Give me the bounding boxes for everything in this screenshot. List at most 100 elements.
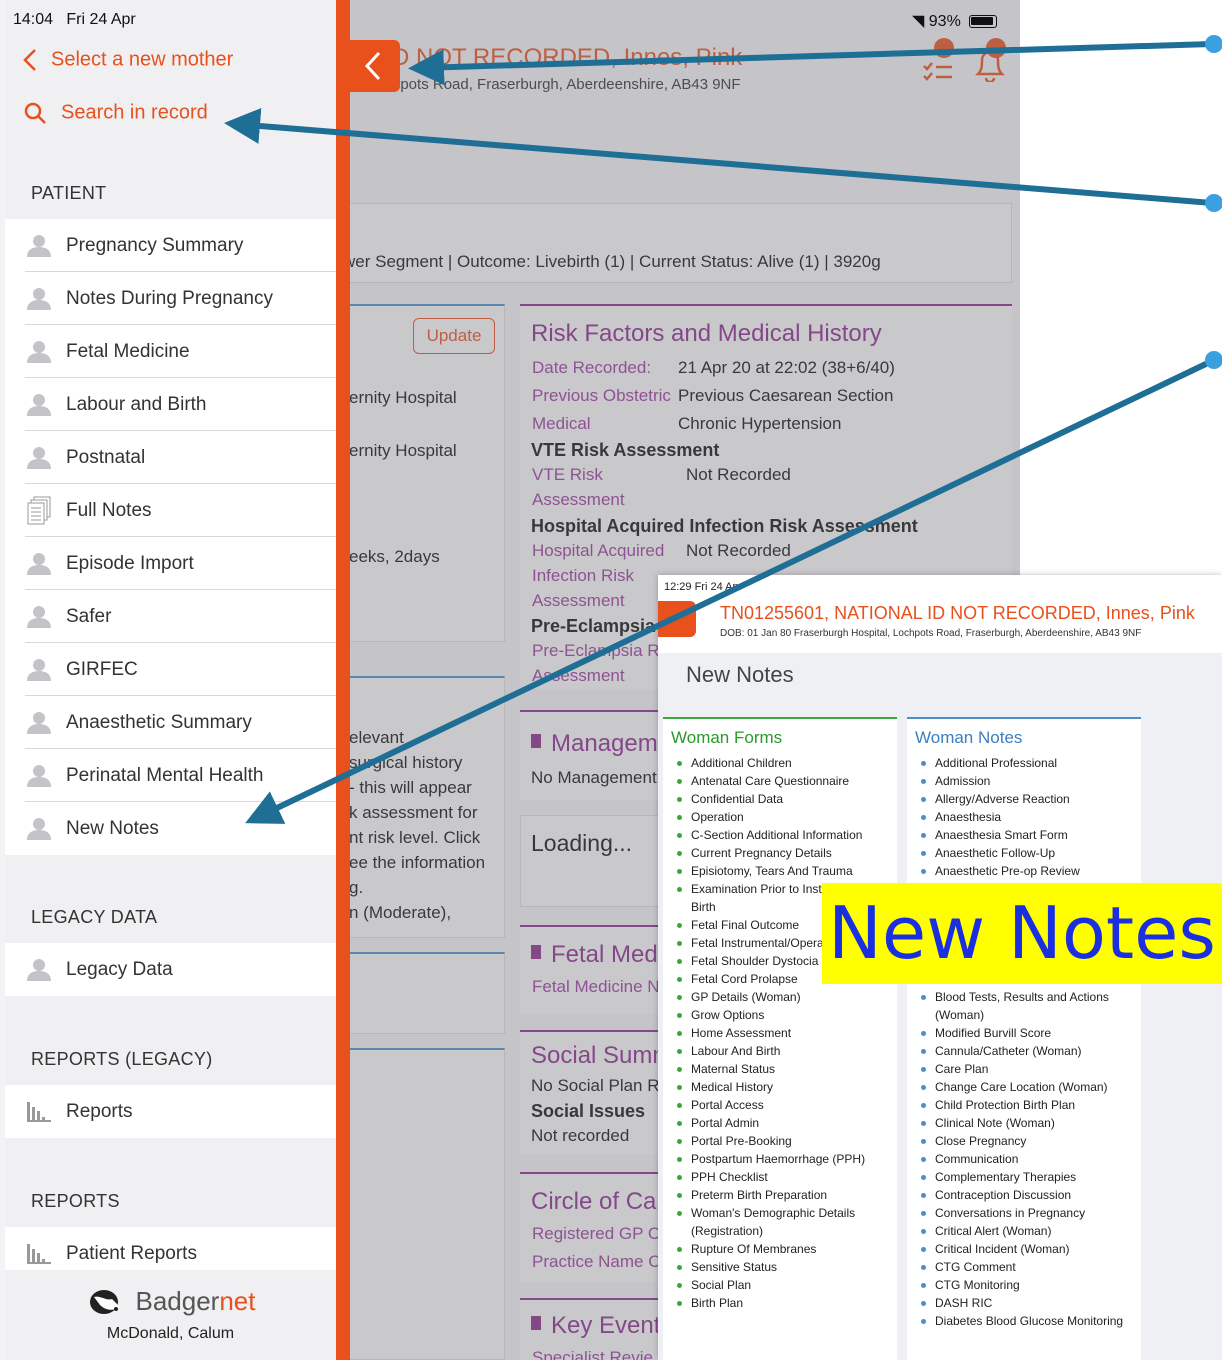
woman-notes-list: Additional Professional Admission Allergy/… xyxy=(907,754,1141,1330)
list-item[interactable]: Contraception Discussion xyxy=(919,1186,1135,1204)
list-item[interactable]: Rupture Of Membranes xyxy=(675,1240,891,1258)
list-item[interactable]: Home Assessment xyxy=(675,1024,891,1042)
list-item[interactable]: Change Care Location (Woman) xyxy=(919,1078,1135,1096)
management-text: No Management xyxy=(531,768,657,787)
list-item[interactable]: Critical Incident (Woman) xyxy=(919,1240,1135,1258)
fetal-text: Fetal Medicine N xyxy=(532,977,660,996)
list-item[interactable]: Maternal Status xyxy=(675,1060,891,1078)
sidebar-item-pregnancy-summary[interactable]: Pregnancy Summary xyxy=(5,219,336,272)
bar-chart-icon xyxy=(5,1101,66,1123)
sidebar-item-label: Full Notes xyxy=(66,499,152,521)
social-text: No Social Plan R xyxy=(531,1076,660,1095)
list-item[interactable]: Anaesthesia Smart Form xyxy=(919,826,1135,844)
list-item[interactable]: Anaesthetic Pre-op Review xyxy=(919,862,1135,880)
inset-sidebar-tab[interactable] xyxy=(658,601,696,637)
list-item[interactable]: Portal Access xyxy=(675,1096,891,1114)
list-item[interactable]: Modified Burvill Score xyxy=(919,1024,1135,1042)
list-item[interactable]: PPH Checklist xyxy=(675,1168,891,1186)
list-item[interactable]: Cannula/Catheter (Woman) xyxy=(919,1042,1135,1060)
list-item[interactable]: Care Plan xyxy=(919,1060,1135,1078)
sidebar-item-label: New Notes xyxy=(66,817,159,839)
collapse-sidebar-button[interactable] xyxy=(346,40,400,92)
arrow-dot xyxy=(1205,194,1222,212)
list-item[interactable]: Current Pregnancy Details xyxy=(675,844,891,862)
sidebar-item-notes-during-pregnancy[interactable]: Notes During Pregnancy xyxy=(5,272,336,325)
list-item[interactable]: Portal Admin xyxy=(675,1114,891,1132)
list-item[interactable]: CTG Monitoring xyxy=(919,1276,1135,1294)
list-item[interactable]: Grow Options xyxy=(675,1006,891,1024)
social-issues-title: Social Issues xyxy=(531,1101,646,1121)
bell-icon[interactable] xyxy=(970,38,1010,87)
left-line: surgical history xyxy=(349,753,463,772)
select-mother-link[interactable]: Select a new mother xyxy=(23,48,233,72)
sidebar-item-label: Perinatal Mental Health xyxy=(66,764,264,786)
list-item[interactable]: Communication xyxy=(919,1150,1135,1168)
person-icon xyxy=(5,287,66,311)
user-name: McDonald, Calum xyxy=(106,1325,235,1342)
sidebar-item-fetal-medicine[interactable]: Fetal Medicine xyxy=(5,325,336,378)
list-item[interactable]: Woman's Demographic Details (Registratio… xyxy=(675,1204,891,1240)
list-item[interactable]: Birth Plan xyxy=(675,1294,891,1312)
sidebar-item-episode-import[interactable]: Episode Import xyxy=(5,537,336,590)
list-item[interactable]: Confidential Data xyxy=(675,790,891,808)
woman-notes-panel: Woman Notes Additional Professional Admis… xyxy=(907,717,1141,1360)
list-item[interactable]: Episiotomy, Tears And Trauma xyxy=(675,862,891,880)
list-item[interactable]: Sensitive Status xyxy=(675,1258,891,1276)
list-item[interactable]: Additional Professional xyxy=(919,754,1135,772)
list-item[interactable]: Complementary Therapies xyxy=(919,1168,1135,1186)
list-item[interactable]: Additional Children xyxy=(675,754,891,772)
list-item[interactable]: Close Pregnancy xyxy=(919,1132,1135,1150)
list-item[interactable]: Social Plan xyxy=(675,1276,891,1294)
risk-title: Risk Factors and Medical History xyxy=(531,320,882,347)
practice-name: Practice Name C xyxy=(532,1252,661,1271)
list-item[interactable]: GP Details (Woman) xyxy=(675,988,891,1006)
hai-value: Not Recorded xyxy=(686,541,791,560)
left-line: ee the information xyxy=(349,853,486,872)
list-item[interactable]: Allergy/Adverse Reaction xyxy=(919,790,1135,808)
sidebar-item-legacy-data[interactable]: Legacy Data xyxy=(5,943,336,996)
sidebar-item-girfec[interactable]: GIRFEC xyxy=(5,643,336,696)
list-item[interactable]: DASH RIC xyxy=(919,1294,1135,1312)
list-item[interactable]: Labour And Birth xyxy=(675,1042,891,1060)
documents-icon xyxy=(5,496,66,526)
list-item[interactable]: Antenatal Care Questionnaire xyxy=(675,772,891,790)
list-item[interactable]: Anaesthesia xyxy=(919,808,1135,826)
list-item[interactable]: Critical Alert (Woman) xyxy=(919,1222,1135,1240)
list-item[interactable]: Child Protection Birth Plan xyxy=(919,1096,1135,1114)
list-item[interactable]: Medical History xyxy=(675,1078,891,1096)
list-item[interactable]: Conversations in Pregnancy xyxy=(919,1204,1135,1222)
list-item[interactable]: Admission xyxy=(919,772,1135,790)
list-item[interactable]: Blood Tests, Results and Actions (Woman) xyxy=(919,988,1135,1024)
list-item[interactable]: CTG Comment xyxy=(919,1258,1135,1276)
update-button[interactable]: Update xyxy=(413,318,495,354)
sidebar-item-label: Fetal Medicine xyxy=(66,340,190,362)
search-icon xyxy=(24,102,46,124)
sidebar-item-safer[interactable]: Safer xyxy=(5,590,336,643)
sidebar-item-label: Patient Reports xyxy=(66,1242,197,1264)
sidebar-item-anaesthetic-summary[interactable]: Anaesthetic Summary xyxy=(5,696,336,749)
sidebar-item-new-notes[interactable]: New Notes xyxy=(5,802,336,855)
search-in-record-link[interactable]: Search in record xyxy=(23,101,208,125)
list-item[interactable]: Anaesthetic Follow-Up xyxy=(919,844,1135,862)
medical-value: Chronic Hypertension xyxy=(678,414,842,433)
list-item[interactable]: Clinical Note (Woman) xyxy=(919,1114,1135,1132)
battery-icon xyxy=(969,15,998,29)
social-issues-value: Not recorded xyxy=(531,1126,630,1145)
sidebar-item-reports[interactable]: Reports xyxy=(5,1085,336,1138)
sidebar-item-labour-and-birth[interactable]: Labour and Birth xyxy=(5,378,336,431)
list-item[interactable]: C-Section Additional Information xyxy=(675,826,891,844)
sidebar-item-perinatal-mental-health[interactable]: Perinatal Mental Health xyxy=(5,749,336,802)
person-icon xyxy=(5,234,66,258)
list-item[interactable]: Preterm Birth Preparation xyxy=(675,1186,891,1204)
inset-status-time: 12:29 Fri 24 Apr xyxy=(664,581,743,593)
list-item[interactable]: Diabetes Blood Glucose Monitoring xyxy=(919,1312,1135,1330)
status-time: 14:04 Fri 24 Apr xyxy=(13,11,136,28)
sidebar-item-postnatal[interactable]: Postnatal xyxy=(5,431,336,484)
list-item[interactable]: Operation xyxy=(675,808,891,826)
tasks-icon[interactable] xyxy=(920,38,954,87)
section-header-patient: PATIENT xyxy=(31,183,107,203)
sidebar-item-full-notes[interactable]: Full Notes xyxy=(5,484,336,537)
list-item[interactable]: Postpartum Haemorrhage (PPH) xyxy=(675,1150,891,1168)
inset-patient-subtitle: DOB: 01 Jan 80 Fraserburgh Hospital, Loc… xyxy=(720,628,1142,639)
list-item[interactable]: Portal Pre-Booking xyxy=(675,1132,891,1150)
